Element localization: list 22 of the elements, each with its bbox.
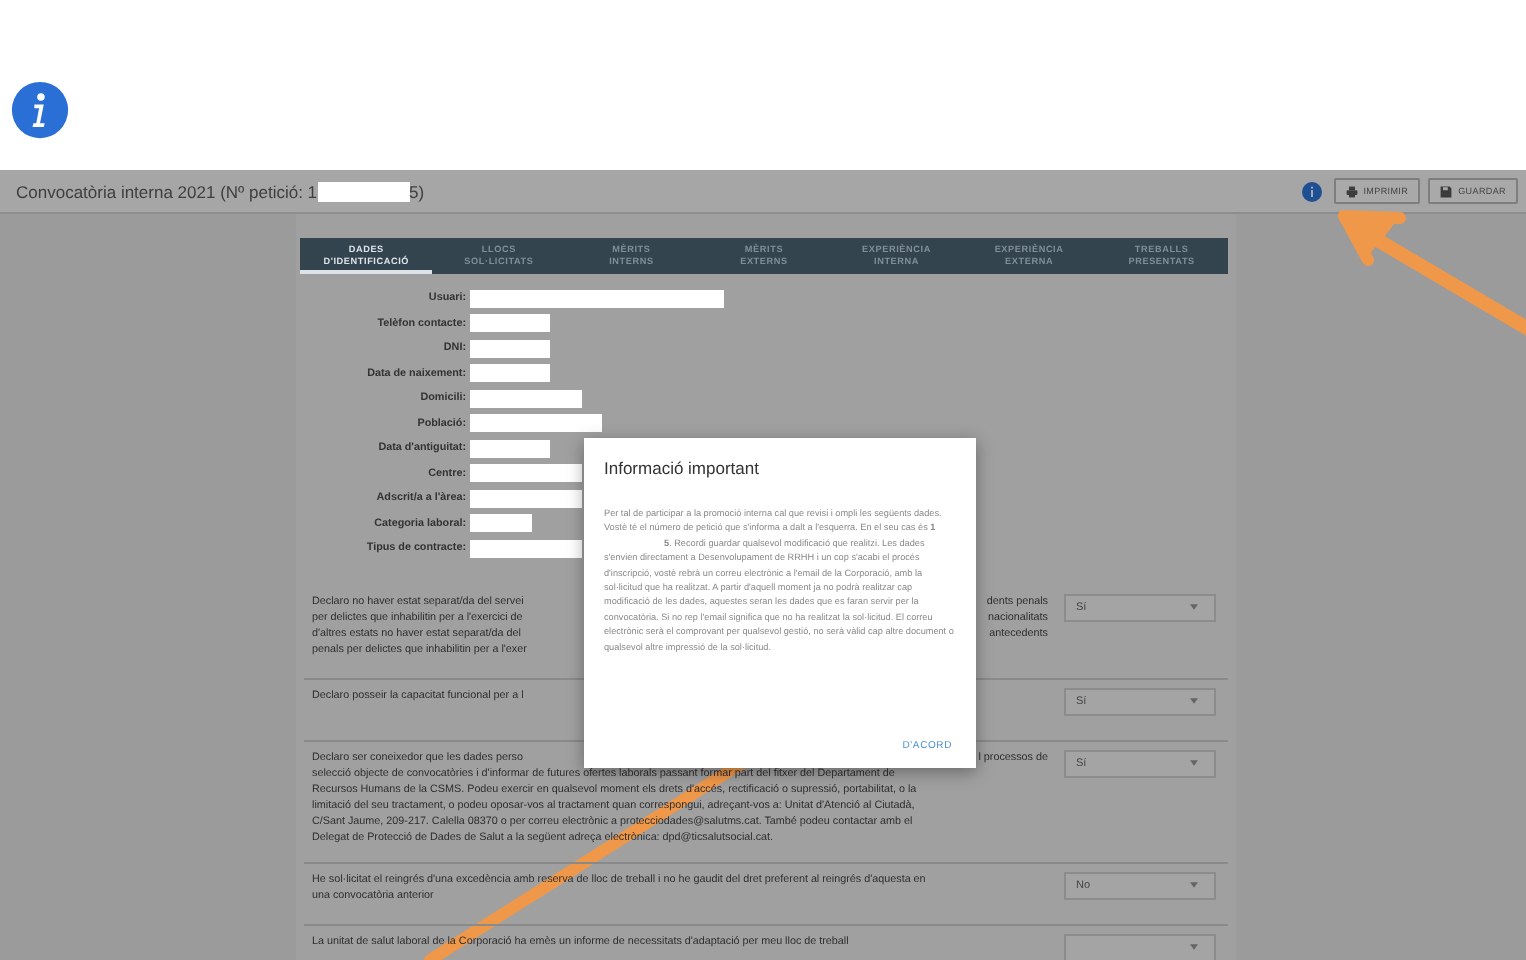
input-field[interactable] [470,414,602,433]
caret-icon [1190,604,1198,610]
caret-icon [1190,944,1198,950]
input-field[interactable] [470,514,532,533]
caret-icon [1190,760,1198,766]
input-field[interactable] [470,339,550,358]
info-icon [10,80,70,140]
input-field[interactable] [470,439,550,458]
input-field[interactable] [470,539,582,558]
input-field[interactable] [470,289,724,308]
info-icon[interactable] [1301,181,1322,201]
input-field[interactable] [470,489,582,508]
input-field[interactable] [470,464,582,483]
caret-icon [1190,698,1198,704]
input-field[interactable] [470,389,582,408]
dialog-title: Informació important [604,458,761,478]
answer-dropdown[interactable] [1064,933,1216,960]
input-field[interactable] [470,364,550,383]
input-field[interactable] [470,314,550,333]
caret-icon [1190,882,1198,888]
page-title: Convocatòria interna 2021 (Nº petició: 1 5) [16,181,425,201]
printer-icon [1345,185,1358,197]
